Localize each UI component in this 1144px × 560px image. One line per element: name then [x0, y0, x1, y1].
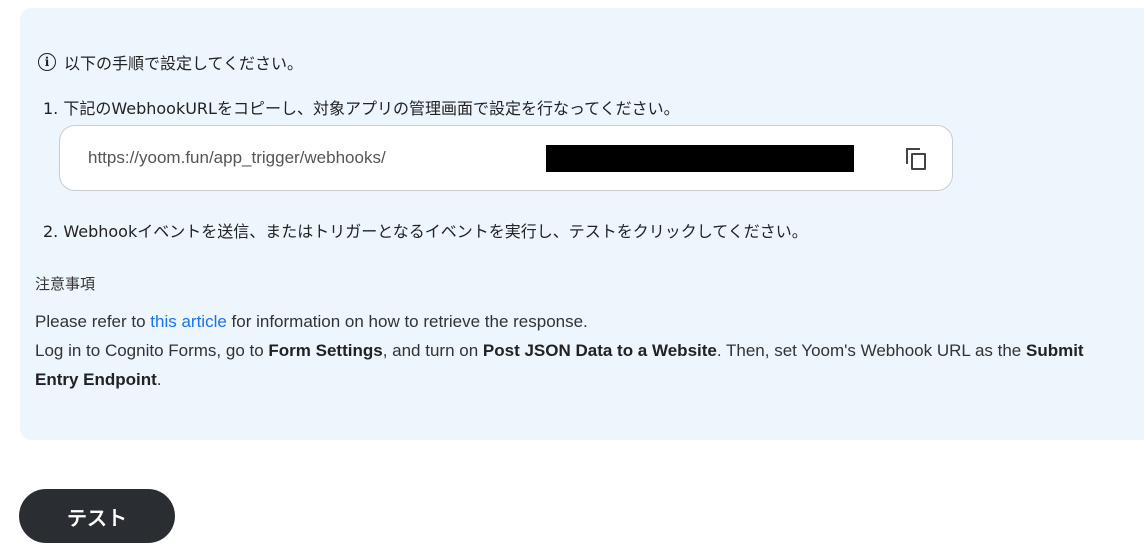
notes-text: , and turn on	[382, 341, 483, 360]
notes-text: .	[156, 370, 162, 389]
copy-icon[interactable]	[906, 148, 928, 172]
info-icon: i	[38, 53, 56, 71]
redacted-block	[546, 145, 854, 172]
notes-text: Log in to Cognito Forms, go to	[35, 341, 269, 360]
article-link[interactable]: this article	[150, 312, 227, 331]
step-2-text: 2. Webhookイベントを送信、またはトリガーとなるイベントを実行し、テスト…	[43, 222, 808, 241]
notes-text: . Then, set Yoom's Webhook URL as the	[716, 341, 1026, 360]
notes-text: Please refer to	[35, 312, 151, 331]
info-text: 以下の手順で設定してください。	[64, 54, 304, 73]
post-json-label: Post JSON Data to a Website	[482, 341, 717, 360]
webhook-url-field[interactable]: https://yoom.fun/app_trigger/webhooks/	[59, 125, 953, 191]
test-button[interactable]: テスト	[19, 489, 175, 543]
notes-title: 注意事項	[35, 275, 96, 293]
webhook-url-text: https://yoom.fun/app_trigger/webhooks/	[88, 148, 386, 167]
form-settings-label: Form Settings	[268, 341, 383, 360]
notes-text: for information on how to retrieve the r…	[226, 312, 588, 331]
notes-body: Please refer to this article for informa…	[35, 307, 1115, 394]
info-line: i 以下の手順で設定してください。	[38, 50, 303, 74]
step-1-text: 1. 下記のWebhookURLをコピーし、対象アプリの管理画面で設定を行なって…	[43, 99, 680, 118]
